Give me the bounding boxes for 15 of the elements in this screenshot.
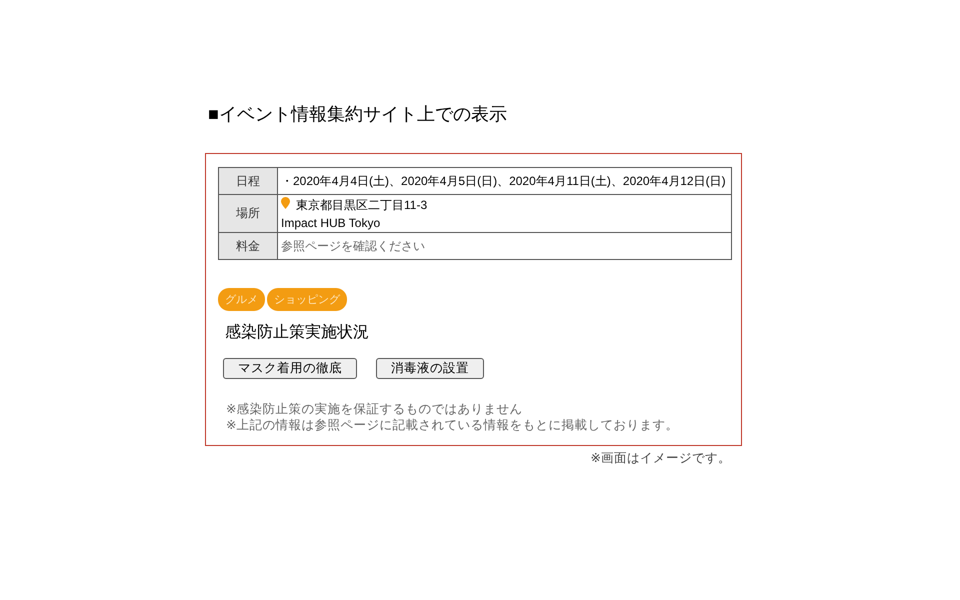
image-caption: ※画面はイメージです。	[590, 450, 731, 467]
value-text: 参照ページを確認ください	[281, 239, 425, 253]
section-title: 感染防止策実施状況	[225, 322, 369, 343]
location-pin-icon	[281, 197, 290, 209]
venue-text: Impact HUB Tokyo	[281, 216, 382, 230]
measure-button[interactable]: マスク着用の徹底	[223, 358, 357, 379]
disclaimer-note: ※上記の情報は参照ページに記載されている情報をもとに掲載しております。	[226, 417, 680, 433]
row-label: 日程	[218, 168, 278, 194]
disclaimer-note: ※感染防止策の実施を保証するものではありません	[226, 401, 524, 417]
page-heading: ■イベント情報集約サイト上での表示	[208, 103, 507, 126]
row-label: 場所	[218, 194, 278, 232]
address-text: 東京都目黒区二丁目11-3	[296, 197, 428, 214]
measure-button[interactable]: 消毒液の設置	[376, 358, 484, 379]
row-label: 料金	[218, 232, 278, 260]
value-text: ・2020年4月4日(土)、2020年4月5日(日)、2020年4月11日(土)、2020年4月12日(日)	[281, 174, 726, 188]
